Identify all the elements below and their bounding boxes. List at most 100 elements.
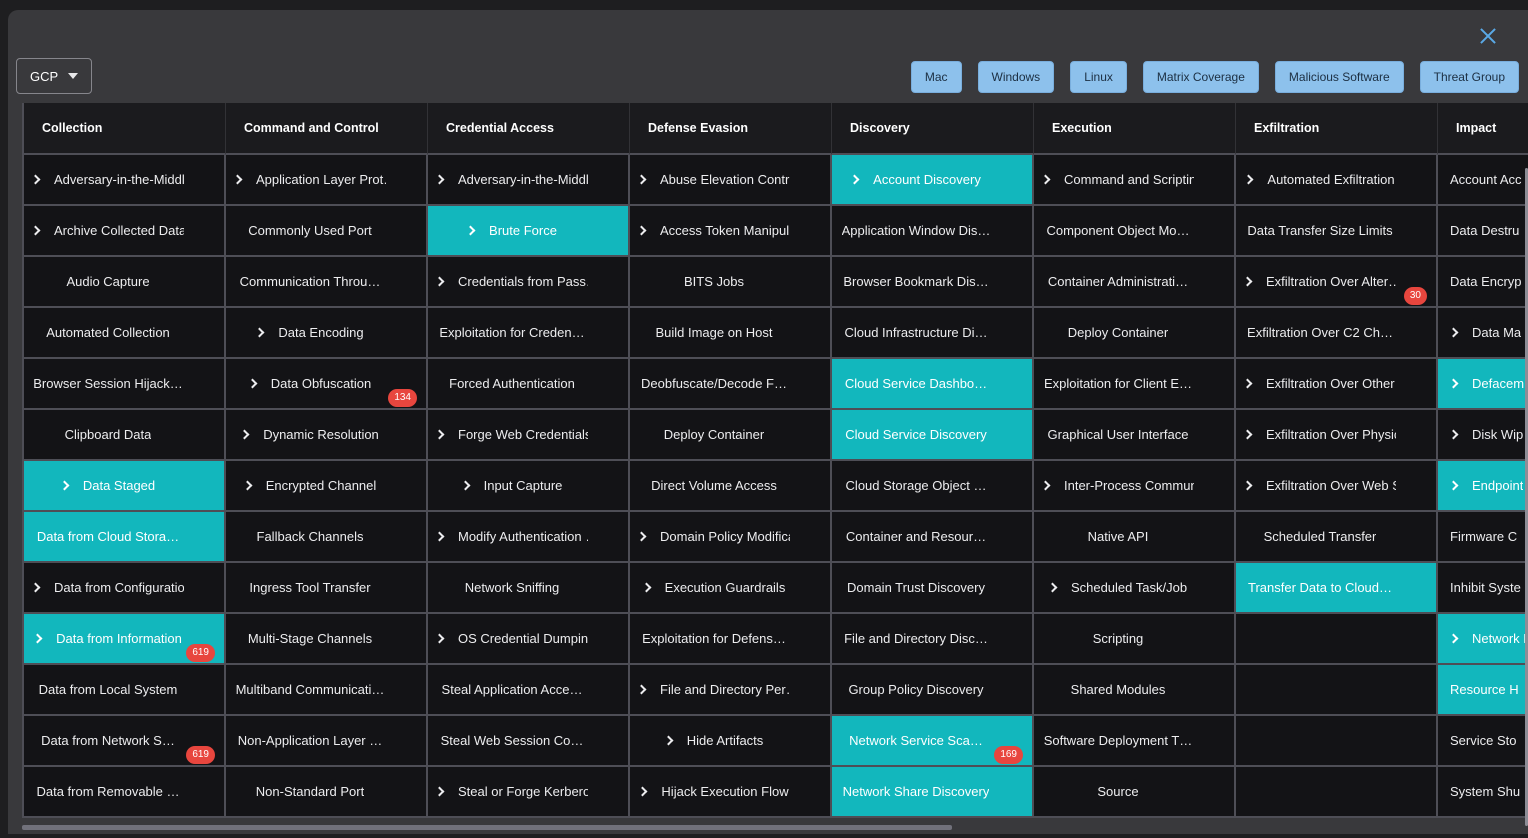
technique-cell[interactable]: Scheduled Transfer — [1236, 512, 1438, 563]
technique-cell[interactable]: Defacem — [1438, 359, 1528, 410]
expand-chevron-icon[interactable] — [637, 175, 647, 185]
expand-chevron-icon[interactable] — [435, 277, 445, 287]
filter-button-mac[interactable]: Mac — [911, 61, 962, 93]
expand-chevron-icon[interactable] — [1449, 430, 1459, 440]
expand-chevron-icon[interactable] — [1244, 175, 1254, 185]
technique-cell[interactable]: Native API — [1034, 512, 1236, 563]
technique-cell[interactable]: Data Encryp — [1438, 257, 1528, 308]
expand-chevron-icon[interactable] — [637, 685, 647, 695]
expand-chevron-icon[interactable] — [240, 430, 250, 440]
technique-cell[interactable]: Data from Configuratio… — [24, 563, 226, 614]
technique-cell[interactable]: Build Image on Host — [630, 308, 832, 359]
technique-cell[interactable]: Adversary-in-the-Middle — [24, 155, 226, 206]
expand-chevron-icon[interactable] — [435, 430, 445, 440]
technique-cell[interactable]: Steal Web Session Co… — [428, 716, 630, 767]
expand-chevron-icon[interactable] — [637, 532, 647, 542]
technique-cell[interactable]: File and Directory Per… — [630, 665, 832, 716]
expand-chevron-icon[interactable] — [247, 379, 257, 389]
expand-chevron-icon[interactable] — [435, 532, 445, 542]
technique-cell[interactable]: Fallback Channels — [226, 512, 428, 563]
technique-cell[interactable]: Data from Network S…619 — [24, 716, 226, 767]
technique-cell[interactable]: Software Deployment T… — [1034, 716, 1236, 767]
technique-cell[interactable]: Data Destru — [1438, 206, 1528, 257]
technique-cell[interactable]: Cloud Infrastructure Di… — [832, 308, 1034, 359]
technique-cell[interactable]: Modify Authentication … — [428, 512, 630, 563]
technique-cell[interactable]: Archive Collected Data — [24, 206, 226, 257]
technique-cell[interactable]: BITS Jobs — [630, 257, 832, 308]
technique-cell[interactable]: Forge Web Credentials — [428, 410, 630, 461]
expand-chevron-icon[interactable] — [31, 226, 41, 236]
technique-cell[interactable]: Non-Application Layer … — [226, 716, 428, 767]
horizontal-scrollbar[interactable] — [22, 825, 952, 830]
technique-cell[interactable]: Firmware C — [1438, 512, 1528, 563]
expand-chevron-icon[interactable] — [435, 175, 445, 185]
expand-chevron-icon[interactable] — [31, 175, 41, 185]
filter-button-windows[interactable]: Windows — [978, 61, 1055, 93]
expand-chevron-icon[interactable] — [466, 226, 476, 236]
technique-cell[interactable]: Exfiltration Over Web S… — [1236, 461, 1438, 512]
expand-chevron-icon[interactable] — [1243, 481, 1253, 491]
expand-chevron-icon[interactable] — [1041, 175, 1051, 185]
technique-cell[interactable]: Exfiltration Over Physic… — [1236, 410, 1438, 461]
expand-chevron-icon[interactable] — [255, 328, 265, 338]
technique-cell[interactable]: Container Administrati… — [1034, 257, 1236, 308]
technique-cell[interactable]: Commonly Used Port — [226, 206, 428, 257]
technique-cell[interactable]: Network Sniffing — [428, 563, 630, 614]
technique-cell[interactable]: Exploitation for Defens… — [630, 614, 832, 665]
technique-cell[interactable]: Data Ma — [1438, 308, 1528, 359]
technique-cell[interactable]: Steal or Forge Kerbero… — [428, 767, 630, 818]
technique-cell[interactable]: Resource H — [1438, 665, 1528, 716]
technique-cell[interactable]: Abuse Elevation Contr… — [630, 155, 832, 206]
technique-cell[interactable]: Deobfuscate/Decode F… — [630, 359, 832, 410]
technique-cell[interactable]: Network Share Discovery — [832, 767, 1034, 818]
technique-cell[interactable]: File and Directory Disc… — [832, 614, 1034, 665]
technique-cell[interactable]: Exfiltration Over Other … — [1236, 359, 1438, 410]
technique-cell[interactable]: Cloud Storage Object … — [832, 461, 1034, 512]
expand-chevron-icon[interactable] — [242, 481, 252, 491]
technique-cell[interactable]: Cloud Service Dashbo… — [832, 359, 1034, 410]
technique-cell[interactable]: Brute Force — [428, 206, 630, 257]
technique-cell[interactable]: Graphical User Interface — [1034, 410, 1236, 461]
technique-cell[interactable]: Multi-Stage Channels — [226, 614, 428, 665]
technique-cell[interactable]: Non-Standard Port — [226, 767, 428, 818]
technique-cell[interactable]: Automated Collection — [24, 308, 226, 359]
technique-cell[interactable]: Network Service Sca…169 — [832, 716, 1034, 767]
expand-chevron-icon[interactable] — [1449, 634, 1459, 644]
technique-cell[interactable]: System Shu — [1438, 767, 1528, 818]
technique-cell[interactable]: Hijack Execution Flow — [630, 767, 832, 818]
technique-cell[interactable]: Transfer Data to Cloud… — [1236, 563, 1438, 614]
technique-cell[interactable]: Exfiltration Over Alter…30 — [1236, 257, 1438, 308]
technique-cell[interactable]: Steal Application Acce… — [428, 665, 630, 716]
close-icon[interactable] — [1479, 27, 1497, 45]
technique-cell[interactable]: Dynamic Resolution — [226, 410, 428, 461]
filter-button-matrix-coverage[interactable]: Matrix Coverage — [1143, 61, 1259, 93]
filter-button-threat-group[interactable]: Threat Group — [1420, 61, 1519, 93]
technique-cell[interactable]: Execution Guardrails — [630, 563, 832, 614]
technique-cell[interactable]: Service Sto — [1438, 716, 1528, 767]
expand-chevron-icon[interactable] — [59, 481, 69, 491]
technique-cell[interactable]: Deploy Container — [1034, 308, 1236, 359]
expand-chevron-icon[interactable] — [663, 736, 673, 746]
technique-cell[interactable]: Browser Session Hijack… — [24, 359, 226, 410]
expand-chevron-icon[interactable] — [33, 634, 43, 644]
expand-chevron-icon[interactable] — [1243, 277, 1253, 287]
technique-cell[interactable]: Input Capture — [428, 461, 630, 512]
technique-cell[interactable]: Cloud Service Discovery — [832, 410, 1034, 461]
technique-cell[interactable]: Group Policy Discovery — [832, 665, 1034, 716]
expand-chevron-icon[interactable] — [637, 226, 647, 236]
technique-cell[interactable]: Data from Local System — [24, 665, 226, 716]
technique-cell[interactable]: Network D — [1438, 614, 1528, 665]
platform-dropdown[interactable]: GCP — [16, 58, 92, 94]
expand-chevron-icon[interactable] — [641, 583, 651, 593]
expand-chevron-icon[interactable] — [31, 583, 41, 593]
technique-cell[interactable]: Deploy Container — [630, 410, 832, 461]
technique-cell[interactable]: Clipboard Data — [24, 410, 226, 461]
expand-chevron-icon[interactable] — [233, 175, 243, 185]
technique-cell[interactable]: Exploitation for Client E… — [1034, 359, 1236, 410]
expand-chevron-icon[interactable] — [1449, 379, 1459, 389]
technique-cell[interactable]: Scheduled Task/Job — [1034, 563, 1236, 614]
technique-cell[interactable]: Exfiltration Over C2 Ch… — [1236, 308, 1438, 359]
technique-cell[interactable]: Data from Removable … — [24, 767, 226, 818]
technique-cell[interactable]: Data from Information619 — [24, 614, 226, 665]
technique-cell[interactable]: Ingress Tool Transfer — [226, 563, 428, 614]
